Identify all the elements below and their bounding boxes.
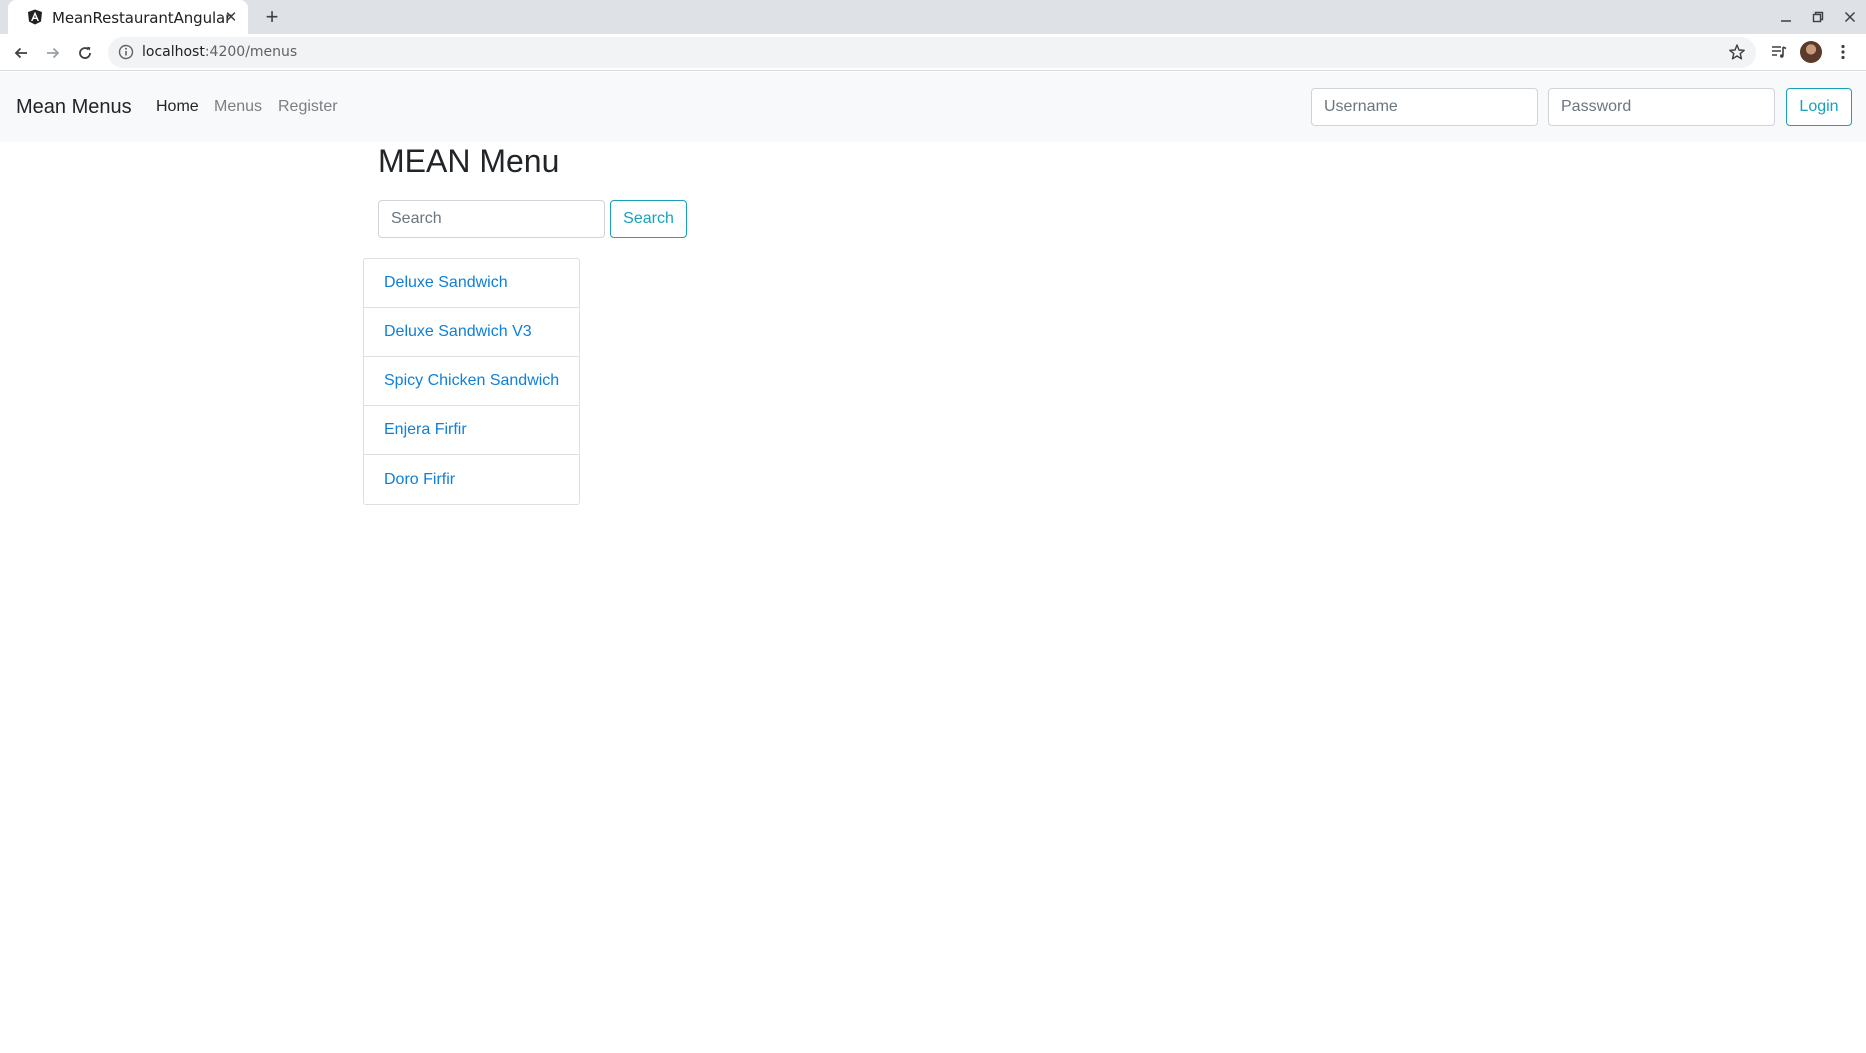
profile-avatar[interactable] xyxy=(1799,40,1823,64)
browser-toolbar: localhost:4200/menus xyxy=(0,34,1866,71)
list-item: Enjera Firfir xyxy=(364,406,579,455)
app-navbar: Mean Menus Home Menus Register Login xyxy=(0,72,1866,142)
list-item: Deluxe Sandwich V3 xyxy=(364,308,579,357)
window-controls xyxy=(1770,0,1866,34)
close-window-icon[interactable] xyxy=(1834,0,1866,34)
list-item: Deluxe Sandwich xyxy=(364,259,579,308)
browser-chrome: MeanRestaurantAngular ✕ + localhost:4200… xyxy=(0,0,1866,72)
back-arrow-icon[interactable] xyxy=(9,41,33,65)
address-bar[interactable]: localhost:4200/menus xyxy=(108,37,1756,68)
minimize-icon[interactable] xyxy=(1770,0,1802,34)
browser-tab[interactable]: MeanRestaurantAngular ✕ xyxy=(8,0,248,34)
menu-list: Deluxe Sandwich Deluxe Sandwich V3 Spicy… xyxy=(363,258,580,505)
menu-link-doro-firfir[interactable]: Doro Firfir xyxy=(384,471,455,489)
list-item: Spicy Chicken Sandwich xyxy=(364,357,579,406)
menu-link-enjera-firfir[interactable]: Enjera Firfir xyxy=(384,421,467,439)
password-input[interactable] xyxy=(1548,88,1775,126)
nav-link-home[interactable]: Home xyxy=(156,98,199,116)
login-button[interactable]: Login xyxy=(1786,88,1852,126)
menu-link-deluxe-sandwich[interactable]: Deluxe Sandwich xyxy=(384,274,508,292)
url-path: :4200/menus xyxy=(204,44,298,60)
search-input[interactable] xyxy=(378,200,605,238)
nav-link-menus[interactable]: Menus xyxy=(214,98,262,116)
menu-link-deluxe-sandwich-v3[interactable]: Deluxe Sandwich V3 xyxy=(384,323,532,341)
star-icon[interactable] xyxy=(1728,43,1746,61)
brand-link[interactable]: Mean Menus xyxy=(16,96,132,119)
more-menu-icon[interactable] xyxy=(1831,40,1855,64)
nav-link-register[interactable]: Register xyxy=(278,98,338,116)
tab-strip: MeanRestaurantAngular ✕ + xyxy=(0,0,1866,34)
search-button[interactable]: Search xyxy=(610,200,687,238)
url-host: localhost xyxy=(142,44,205,60)
avatar xyxy=(1800,41,1822,63)
new-tab-icon[interactable]: + xyxy=(260,4,284,29)
angular-icon xyxy=(28,9,42,25)
tab-title: MeanRestaurantAngular xyxy=(52,9,232,27)
media-control-icon[interactable] xyxy=(1767,40,1791,64)
menu-link-spicy-chicken-sandwich[interactable]: Spicy Chicken Sandwich xyxy=(384,372,559,390)
username-input[interactable] xyxy=(1311,88,1538,126)
page-title: MEAN Menu xyxy=(378,143,560,179)
reload-icon[interactable] xyxy=(73,41,97,65)
list-item: Doro Firfir xyxy=(364,455,579,504)
info-icon[interactable] xyxy=(118,44,134,60)
close-icon[interactable]: ✕ xyxy=(222,8,240,26)
restore-icon[interactable] xyxy=(1802,0,1834,34)
url-text: localhost:4200/menus xyxy=(142,44,297,60)
forward-arrow-icon[interactable] xyxy=(41,41,65,65)
